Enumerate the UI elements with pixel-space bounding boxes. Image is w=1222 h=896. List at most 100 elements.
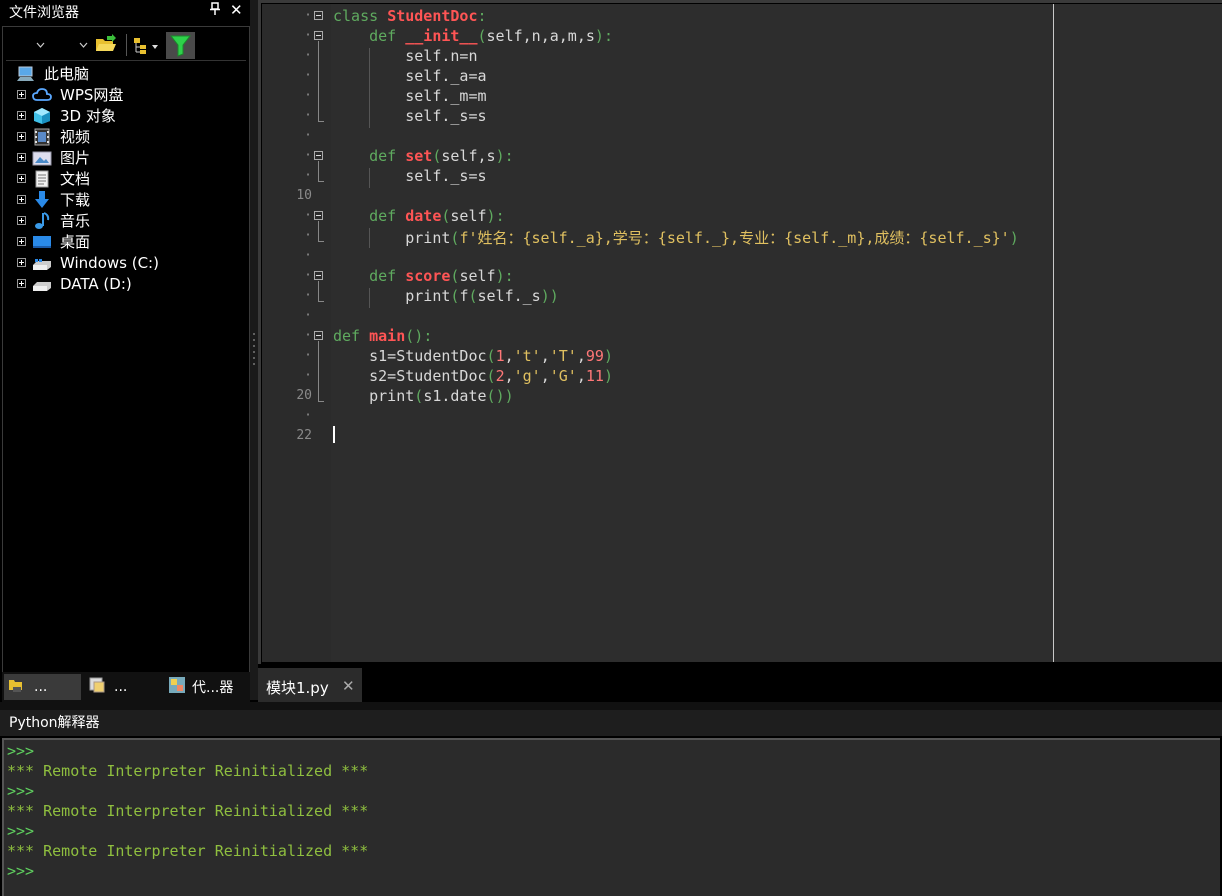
filter-icon[interactable]: [166, 32, 195, 59]
code-line[interactable]: print(s1.date()): [333, 387, 514, 405]
tree-item-downloads[interactable]: 下载: [17, 189, 90, 210]
fold-toggle-icon[interactable]: [314, 31, 323, 40]
pin-icon[interactable]: [209, 2, 221, 20]
expand-icon[interactable]: [17, 111, 26, 120]
line-marker: ·: [304, 368, 312, 383]
tree-item-pictures[interactable]: 图片: [17, 147, 90, 168]
cube-icon: [32, 107, 52, 125]
code-line[interactable]: self._s=s: [333, 167, 486, 185]
line-marker: ·: [304, 48, 312, 63]
location-dropdown[interactable]: [36, 40, 45, 51]
splitter-grip-icon: [252, 330, 256, 366]
console-prompt: >>>: [7, 862, 35, 880]
interpreter-title: Python解释器: [9, 715, 100, 731]
tree-item-documents[interactable]: 文档: [17, 168, 90, 189]
line-marker: 22: [296, 428, 312, 443]
fold-toggle-icon[interactable]: [314, 11, 323, 20]
tree-item-drive-c[interactable]: Windows (C:): [17, 252, 159, 273]
code-line[interactable]: s1=StudentDoc(1,'t','T',99): [333, 347, 613, 365]
file-browser-title: 文件浏览器: [9, 5, 79, 21]
fold-guide-end: [318, 401, 324, 402]
line-marker: ·: [304, 68, 312, 83]
expand-icon[interactable]: [17, 153, 26, 162]
line-marker: ·: [304, 88, 312, 103]
tree-item-desktop[interactable]: 桌面: [17, 231, 90, 252]
expand-icon[interactable]: [17, 216, 26, 225]
tree-item-music[interactable]: 音乐: [17, 210, 90, 231]
fold-guide-end: [318, 121, 324, 122]
code-line[interactable]: self._a=a: [333, 67, 486, 85]
code-line[interactable]: class StudentDoc:: [333, 7, 487, 25]
line-marker: ·: [304, 228, 312, 243]
expand-icon[interactable]: [17, 279, 26, 288]
expand-icon[interactable]: [17, 132, 26, 141]
line-marker: ·: [304, 248, 312, 263]
tab-code-browser[interactable]: 代...器: [168, 674, 233, 700]
fold-toggle-icon[interactable]: [314, 271, 323, 280]
line-marker: ·: [304, 28, 312, 43]
fold-guide: [318, 41, 319, 122]
folder-icon: [8, 677, 24, 697]
picture-icon: [32, 149, 52, 167]
code-line[interactable]: def set(self,s):: [333, 147, 514, 165]
expand-icon[interactable]: [17, 195, 26, 204]
drive-icon: [32, 275, 52, 293]
expand-icon[interactable]: [17, 174, 26, 183]
tree-item-label: 图片: [60, 149, 91, 167]
fold-toggle-icon[interactable]: [314, 211, 323, 220]
fold-guide-end: [318, 181, 324, 182]
tree-item-label: DATA (D:): [60, 274, 132, 293]
tab-close-icon[interactable]: ✕: [342, 677, 355, 695]
console-message: *** Remote Interpreter Reinitialized ***: [7, 762, 369, 780]
fold-guide: [318, 161, 319, 182]
code-line[interactable]: def score(self):: [333, 267, 514, 285]
line-marker: ·: [304, 408, 312, 423]
console-message: *** Remote Interpreter Reinitialized ***: [7, 802, 369, 820]
fold-toggle-icon[interactable]: [314, 151, 323, 160]
tree-item-label: 文档: [60, 170, 91, 188]
line-marker: 20: [296, 388, 312, 403]
expand-icon[interactable]: [17, 258, 26, 267]
close-icon[interactable]: ✕: [230, 1, 243, 19]
code-browser-icon: [168, 676, 186, 698]
tree-item-videos[interactable]: 视频: [17, 126, 90, 147]
line-marker: ·: [304, 328, 312, 343]
code-line[interactable]: def main():: [333, 327, 432, 345]
tab-label: ...: [114, 679, 128, 695]
tree-item-label: Windows (C:): [60, 253, 159, 272]
line-marker: ·: [304, 148, 312, 163]
right-margin-guide: [1053, 4, 1054, 662]
tree-item-3d-objects[interactable]: 3D 对象: [17, 105, 116, 126]
code-line[interactable]: print(f(self._s)): [333, 287, 559, 305]
open-folder-icon[interactable]: [95, 34, 117, 54]
tree-root-this-pc[interactable]: 此电脑: [16, 63, 89, 84]
console-prompt: >>>: [7, 742, 35, 760]
tab-file-browser[interactable]: ...: [8, 674, 47, 700]
tree-item-drive-d[interactable]: DATA (D:): [17, 273, 132, 294]
code-line[interactable]: self._s=s: [333, 107, 486, 125]
code-line[interactable]: self.n=n: [333, 47, 477, 65]
tree-item-wps-drive[interactable]: WPS网盘: [17, 84, 123, 105]
tree-root-label: 此电脑: [44, 65, 90, 83]
fold-guide-end: [318, 241, 324, 242]
fold-toggle-icon[interactable]: [314, 331, 323, 340]
expand-icon[interactable]: [17, 90, 26, 99]
package-icon: [88, 676, 106, 698]
view-options-icon[interactable]: [132, 36, 160, 56]
expand-icon[interactable]: [17, 237, 26, 246]
code-line[interactable]: s2=StudentDoc(2,'g','G',11): [333, 367, 613, 385]
code-line[interactable]: self._m=m: [333, 87, 486, 105]
line-marker: ·: [304, 268, 312, 283]
code-line[interactable]: print(f'姓名：{self._a},学号：{self._},专业：{sel…: [333, 227, 1019, 248]
code-line[interactable]: def __init__(self,n,a,m,s):: [333, 27, 613, 45]
fold-guide: [318, 281, 319, 302]
console-prompt: >>>: [7, 782, 35, 800]
drive-icon: [32, 254, 52, 272]
desktop-icon: [32, 233, 52, 251]
horizontal-splitter[interactable]: [0, 702, 1222, 710]
tree-item-label: 桌面: [60, 233, 91, 251]
code-line[interactable]: def date(self):: [333, 207, 504, 225]
video-icon: [32, 128, 52, 146]
history-dropdown[interactable]: [79, 40, 88, 51]
tab-project[interactable]: ...: [88, 674, 127, 700]
